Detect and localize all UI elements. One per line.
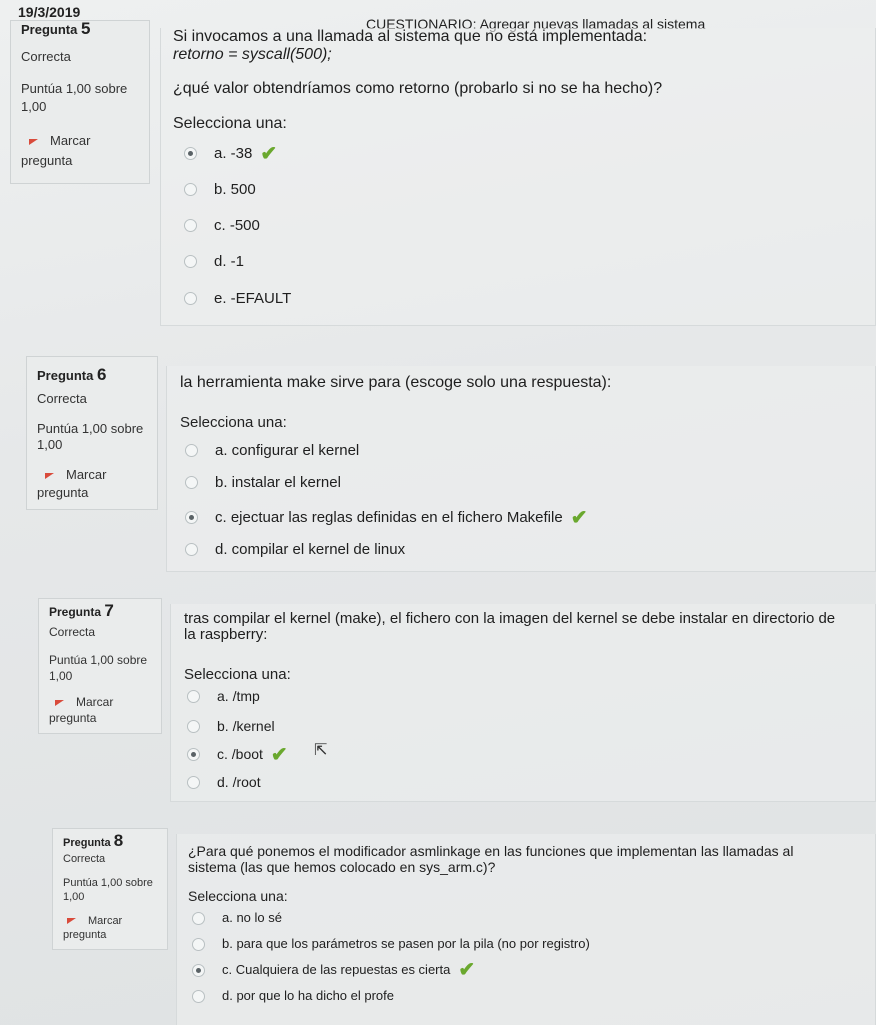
question-status: Correcta	[37, 391, 87, 406]
answer-option[interactable]: d. compilar el kernel de linux	[185, 541, 405, 558]
answer-option[interactable]: c. ejectuar las reglas definidas en el f…	[185, 507, 588, 529]
answer-option[interactable]: b. 500	[184, 181, 256, 198]
checkmark-icon: ✔	[270, 744, 288, 766]
answer-option[interactable]: b. instalar el kernel	[185, 474, 341, 491]
question-text-line: ¿qué valor obtendríamos como retorno (pr…	[173, 80, 663, 97]
question-status: Correcta	[49, 625, 96, 639]
select-one-label: Selecciona una:	[180, 414, 287, 431]
flag-question-button[interactable]: Marcar	[45, 467, 106, 482]
radio-button[interactable]	[184, 255, 197, 268]
select-one-label: Selecciona una:	[173, 115, 287, 132]
radio-button[interactable]	[192, 912, 205, 925]
flag-question-label: pregunta	[63, 929, 107, 941]
radio-button[interactable]	[184, 219, 197, 232]
radio-button[interactable]	[184, 183, 197, 196]
question-content-5	[160, 28, 876, 326]
question-info-6: Pregunta 6 Correcta Puntúa 1,00 sobre 1,…	[26, 356, 158, 510]
question-score: Puntúa 1,00 sobre	[37, 421, 144, 436]
question-text-line: sistema (las que hemos colocado en sys_a…	[188, 859, 496, 875]
question-score-max: 1,00	[21, 99, 47, 114]
answer-option[interactable]: b. /kernel	[187, 718, 275, 734]
flag-question-label: pregunta	[21, 153, 73, 168]
question-status: Correcta	[63, 853, 106, 865]
checkmark-icon: ✔	[458, 959, 476, 981]
radio-button[interactable]	[185, 511, 198, 524]
flag-icon	[67, 918, 76, 924]
question-text-line: la raspberry:	[184, 626, 268, 643]
checkmark-icon: ✔	[570, 507, 588, 529]
question-info-7: Pregunta 7 Correcta Puntúa 1,00 sobre 1,…	[38, 598, 162, 734]
answer-option[interactable]: b. para que los parámetros se pasen por …	[192, 936, 590, 951]
radio-button[interactable]	[185, 444, 198, 457]
question-info-5: Pregunta 5 Correcta Puntúa 1,00 sobre 1,…	[10, 19, 150, 184]
answer-option[interactable]: c. /boot ✔	[187, 744, 288, 766]
question-status: Correcta	[21, 49, 71, 64]
question-score-max: 1,00	[37, 437, 63, 452]
answer-option[interactable]: a. no lo sé	[192, 910, 282, 925]
answer-option[interactable]: d. /root	[187, 774, 261, 790]
question-code: retorno = syscall(500);	[173, 46, 332, 63]
question-number: Pregunta 5	[21, 19, 91, 38]
flag-icon	[45, 473, 54, 479]
select-one-label: Selecciona una:	[184, 666, 291, 683]
question-score-max: 1,00	[49, 669, 73, 683]
answer-option[interactable]: c. Cualquiera de las repuestas es cierta…	[192, 959, 476, 981]
radio-button[interactable]	[187, 720, 200, 733]
flag-question-label: pregunta	[49, 711, 97, 725]
answer-option[interactable]: a. configurar el kernel	[185, 442, 359, 459]
flag-question-button[interactable]: Marcar	[55, 695, 113, 709]
radio-button[interactable]	[184, 147, 197, 160]
question-number: Pregunta 7	[49, 601, 114, 620]
radio-button[interactable]	[192, 938, 205, 951]
radio-button[interactable]	[187, 776, 200, 789]
question-score: Puntúa 1,00 sobre	[63, 877, 153, 889]
flag-icon	[55, 700, 64, 706]
radio-button[interactable]	[185, 543, 198, 556]
radio-button[interactable]	[187, 690, 200, 703]
flag-icon	[29, 139, 38, 145]
answer-option[interactable]: a. -38 ✔	[184, 143, 278, 165]
question-number: Pregunta 6	[37, 365, 107, 384]
flag-question-button[interactable]: Marcar	[67, 915, 122, 927]
answer-option[interactable]: d. por que lo ha dicho el profe	[192, 988, 394, 1003]
question-text: la herramienta make sirve para (escoge s…	[180, 374, 612, 391]
answer-option[interactable]: c. -500	[184, 217, 260, 234]
answer-option[interactable]: d. -1	[184, 253, 244, 270]
radio-button[interactable]	[187, 748, 200, 761]
answer-option[interactable]: e. -EFAULT	[184, 290, 291, 307]
question-text: Si invocamos a una llamada al sistema qu…	[173, 28, 648, 45]
question-score-max: 1,00	[63, 891, 85, 903]
checkmark-icon: ✔	[260, 143, 278, 165]
question-number: Pregunta 8	[63, 831, 124, 850]
radio-button[interactable]	[192, 990, 205, 1003]
print-date: 19/3/2019	[18, 4, 81, 20]
radio-button[interactable]	[184, 292, 197, 305]
answer-option[interactable]: a. /tmp	[187, 688, 260, 704]
flag-question-button[interactable]: Marcar	[29, 133, 90, 148]
question-score: Puntúa 1,00 sobre	[21, 81, 128, 96]
select-one-label: Selecciona una:	[188, 888, 288, 904]
mouse-pointer-icon: ⇱	[314, 742, 328, 759]
radio-button[interactable]	[185, 476, 198, 489]
flag-question-label: pregunta	[37, 485, 89, 500]
question-score: Puntúa 1,00 sobre	[49, 653, 148, 667]
question-info-8: Pregunta 8 Correcta Puntúa 1,00 sobre 1,…	[52, 828, 168, 950]
radio-button[interactable]	[192, 964, 205, 977]
question-content-7	[170, 604, 876, 802]
question-text: tras compilar el kernel (make), el fiche…	[184, 610, 836, 627]
